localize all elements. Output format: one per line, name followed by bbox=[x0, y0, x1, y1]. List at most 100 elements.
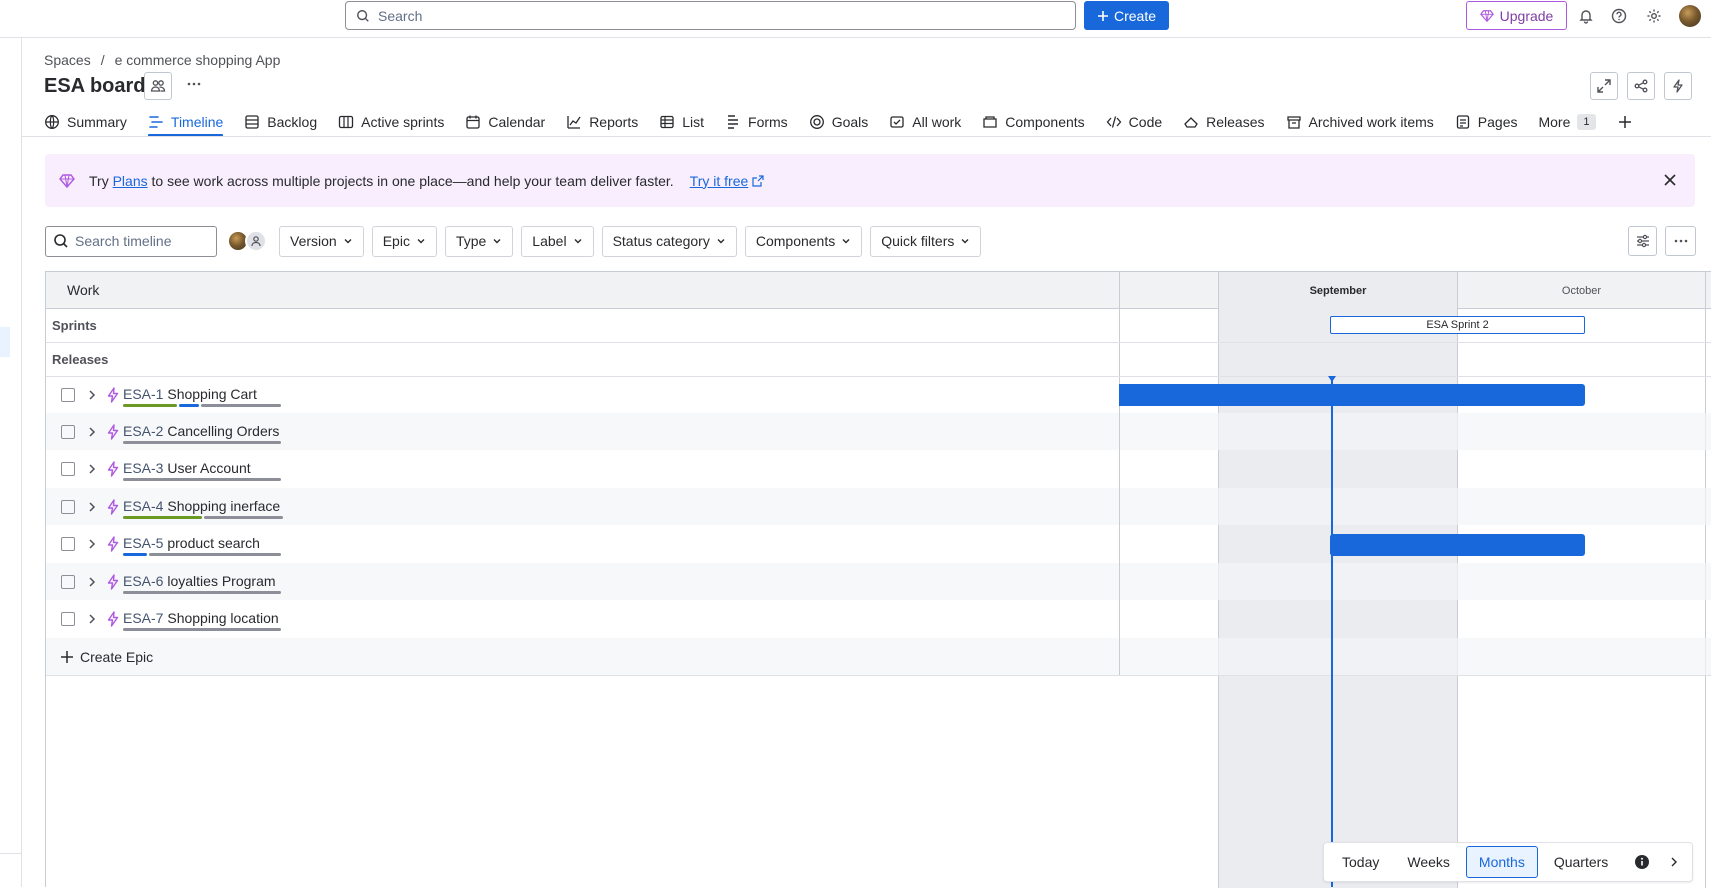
chevron-right-icon[interactable] bbox=[85, 500, 99, 514]
tab-list[interactable]: List bbox=[659, 110, 704, 134]
epic-key[interactable]: ESA-3 bbox=[123, 460, 163, 476]
tab-forms[interactable]: Forms bbox=[725, 110, 788, 134]
notifications-bell-icon[interactable] bbox=[1576, 6, 1596, 26]
help-icon[interactable] bbox=[1609, 6, 1629, 26]
tab-releases[interactable]: Releases bbox=[1183, 110, 1265, 134]
filter-type-button[interactable]: Type bbox=[444, 225, 514, 257]
breadcrumb-spaces[interactable]: Spaces bbox=[44, 52, 91, 68]
tab-timeline[interactable]: Timeline bbox=[147, 110, 224, 137]
epic-title[interactable]: ESA-4 Shopping inerface bbox=[123, 498, 280, 514]
zoom-today-button[interactable]: Today bbox=[1330, 846, 1391, 878]
chevron-right-icon[interactable] bbox=[85, 425, 99, 439]
epic-key[interactable]: ESA-1 bbox=[123, 386, 163, 402]
tab-backlog[interactable]: Backlog bbox=[244, 110, 317, 134]
filter-epic-button[interactable]: Epic bbox=[371, 225, 437, 257]
epic-name[interactable]: product search bbox=[167, 535, 260, 551]
epic-checkbox[interactable] bbox=[61, 425, 75, 439]
chevron-right-icon[interactable] bbox=[85, 537, 99, 551]
epic-bar-esa-5[interactable] bbox=[1330, 534, 1585, 556]
epic-checkbox[interactable] bbox=[61, 575, 75, 589]
epic-key[interactable]: ESA-4 bbox=[123, 498, 163, 514]
try-it-free-link[interactable]: Try it free bbox=[690, 173, 749, 189]
chevron-right-icon[interactable] bbox=[85, 388, 99, 402]
tab-goals[interactable]: Goals bbox=[809, 110, 868, 134]
tab-reports[interactable]: Reports bbox=[566, 110, 638, 134]
settings-gear-icon[interactable] bbox=[1644, 6, 1664, 26]
more-actions-icon[interactable] bbox=[186, 76, 202, 92]
epic-checkbox[interactable] bbox=[61, 612, 75, 626]
share-button[interactable] bbox=[1627, 72, 1655, 100]
epic-key[interactable]: ESA-2 bbox=[123, 423, 163, 439]
create-button[interactable]: Create bbox=[1084, 1, 1169, 30]
tab-active-sprints[interactable]: Active sprints bbox=[338, 110, 444, 134]
sidebar-selected-indicator[interactable] bbox=[0, 327, 10, 357]
epic-row[interactable]: ESA-4 Shopping inerface bbox=[46, 488, 1711, 525]
filter-label-button[interactable]: Label bbox=[521, 225, 594, 257]
epic-title[interactable]: ESA-7 Shopping location bbox=[123, 610, 279, 626]
zoom-months-button[interactable]: Months bbox=[1465, 846, 1538, 878]
tab-components[interactable]: Components bbox=[982, 110, 1085, 134]
epic-checkbox[interactable] bbox=[61, 500, 75, 514]
tab-calendar[interactable]: Calendar bbox=[465, 110, 545, 134]
epic-name[interactable]: Cancelling Orders bbox=[167, 423, 279, 439]
create-epic-cell[interactable]: Create Epic bbox=[46, 638, 1120, 675]
info-icon[interactable] bbox=[1634, 854, 1650, 870]
epic-row[interactable]: ESA-6 loyalties Program bbox=[46, 563, 1711, 600]
tab-code[interactable]: Code bbox=[1106, 110, 1162, 134]
filter-version-button[interactable]: Version bbox=[279, 225, 364, 257]
epic-checkbox[interactable] bbox=[61, 537, 75, 551]
chevron-right-icon[interactable] bbox=[85, 575, 99, 589]
zoom-weeks-button[interactable]: Weeks bbox=[1395, 846, 1462, 878]
filter-status-category-button[interactable]: Status category bbox=[601, 225, 737, 257]
tab-more[interactable]: More 1 bbox=[1538, 110, 1596, 134]
epic-name[interactable]: Shopping inerface bbox=[167, 498, 280, 514]
epic-bar-esa-1[interactable] bbox=[1119, 384, 1585, 406]
epic-key[interactable]: ESA-5 bbox=[123, 535, 163, 551]
epic-name[interactable]: loyalties Program bbox=[167, 573, 275, 589]
tab-summary[interactable]: Summary bbox=[44, 110, 127, 134]
filter-components-button[interactable]: Components bbox=[744, 225, 863, 257]
epic-name[interactable]: Shopping Cart bbox=[167, 386, 257, 402]
more-options-button[interactable] bbox=[1665, 226, 1696, 256]
epic-checkbox[interactable] bbox=[61, 462, 75, 476]
team-people-button[interactable] bbox=[144, 72, 172, 100]
tab-pages[interactable]: Pages bbox=[1455, 110, 1517, 134]
view-settings-button[interactable] bbox=[1628, 226, 1657, 256]
epic-title[interactable]: ESA-3 User Account bbox=[123, 460, 251, 476]
automation-button[interactable] bbox=[1664, 72, 1692, 100]
fullscreen-button[interactable] bbox=[1590, 72, 1618, 100]
unassigned-avatar[interactable] bbox=[245, 230, 267, 252]
epic-title[interactable]: ESA-1 Shopping Cart bbox=[123, 386, 257, 402]
epic-row[interactable]: ESA-2 Cancelling Orders bbox=[46, 413, 1711, 450]
month-october: October bbox=[1561, 284, 1602, 297]
chevron-right-icon[interactable] bbox=[1668, 856, 1680, 868]
breadcrumb-project[interactable]: e commerce shopping App bbox=[115, 52, 281, 68]
epic-checkbox[interactable] bbox=[61, 388, 75, 402]
epic-row[interactable]: ESA-7 Shopping location bbox=[46, 600, 1711, 638]
create-epic-row[interactable]: Create Epic bbox=[46, 638, 1711, 676]
tab-archived-work-items[interactable]: Archived work items bbox=[1286, 110, 1434, 134]
epic-name[interactable]: User Account bbox=[167, 460, 250, 476]
epic-name[interactable]: Shopping location bbox=[167, 610, 278, 626]
user-avatar[interactable] bbox=[1679, 5, 1701, 27]
epic-title[interactable]: ESA-6 loyalties Program bbox=[123, 573, 276, 589]
chevron-right-icon[interactable] bbox=[85, 462, 99, 476]
epic-key[interactable]: ESA-6 bbox=[123, 573, 163, 589]
epic-title[interactable]: ESA-5 product search bbox=[123, 535, 260, 551]
upgrade-button[interactable]: Upgrade bbox=[1466, 1, 1567, 30]
timeline-icon bbox=[148, 114, 164, 130]
global-search-input[interactable]: Search bbox=[345, 1, 1076, 30]
more-icon bbox=[1673, 233, 1689, 249]
epic-key[interactable]: ESA-7 bbox=[123, 610, 163, 626]
plans-link[interactable]: Plans bbox=[113, 173, 148, 189]
filter-quick-filters-button[interactable]: Quick filters bbox=[870, 225, 982, 257]
close-banner-icon[interactable] bbox=[1663, 173, 1677, 187]
epic-row[interactable]: ESA-3 User Account bbox=[46, 450, 1711, 488]
timeline-search-input[interactable]: Search timeline bbox=[45, 225, 217, 257]
add-tab-button[interactable] bbox=[1617, 110, 1633, 134]
epic-title[interactable]: ESA-2 Cancelling Orders bbox=[123, 423, 279, 439]
chevron-right-icon[interactable] bbox=[85, 612, 99, 626]
tab-all-work[interactable]: All work bbox=[889, 110, 961, 134]
sprint-pill[interactable]: ESA Sprint 2 bbox=[1330, 316, 1585, 334]
zoom-quarters-button[interactable]: Quarters bbox=[1542, 846, 1620, 878]
